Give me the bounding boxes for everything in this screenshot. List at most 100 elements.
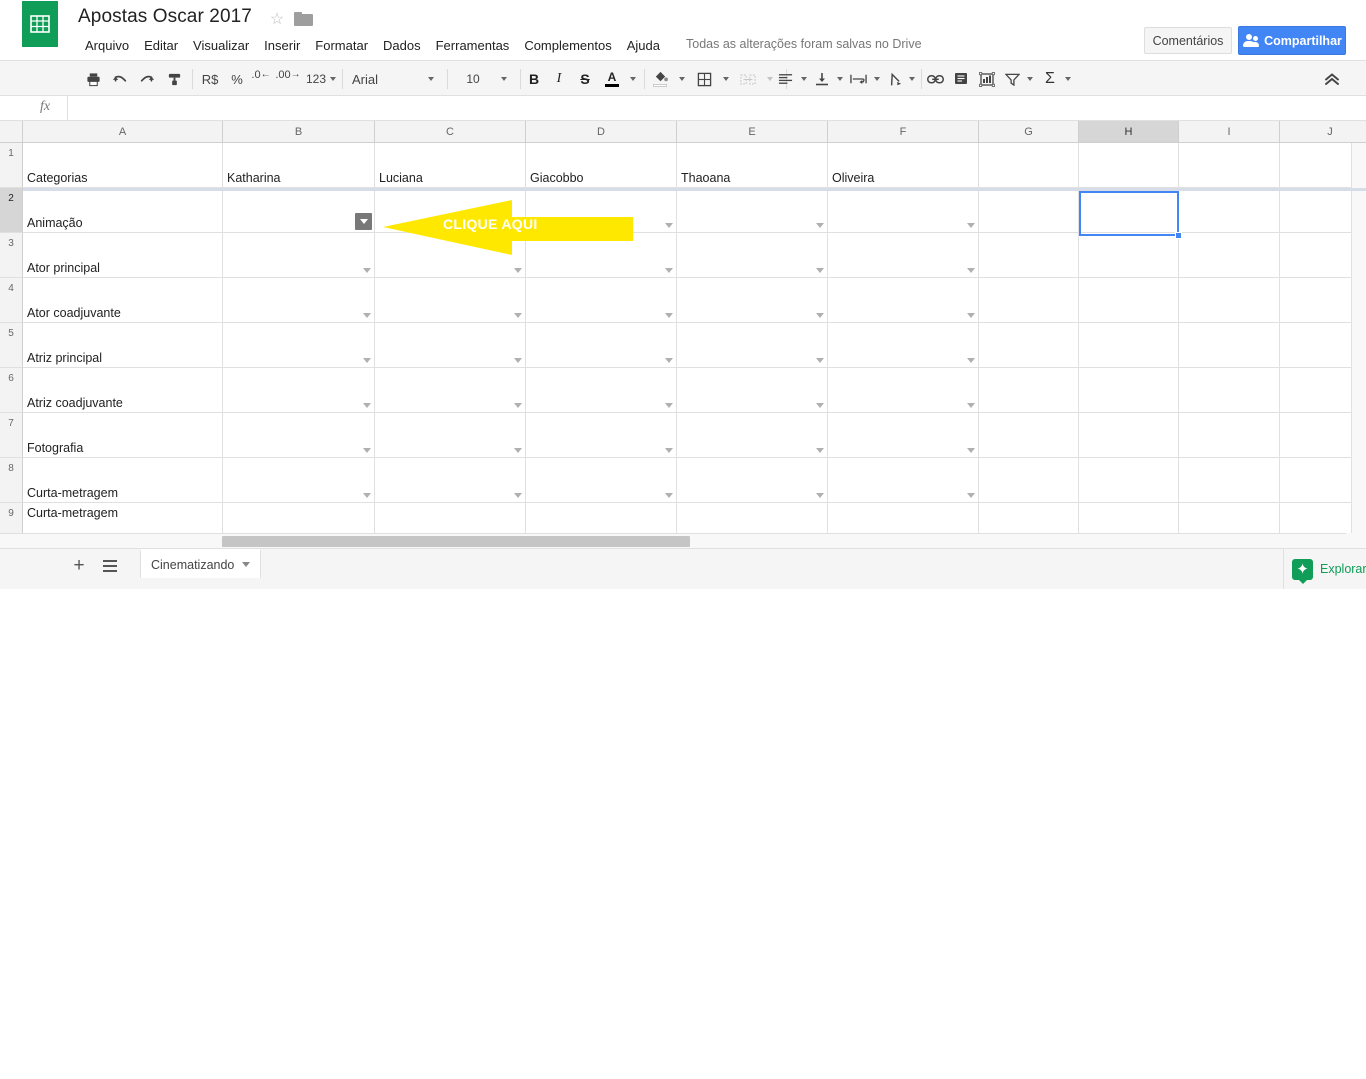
- row-header-5[interactable]: 5: [0, 323, 23, 368]
- data-validation-dropdown-icon[interactable]: [514, 358, 522, 363]
- font-size-select[interactable]: 10: [454, 65, 492, 93]
- cell-a2[interactable]: Animação: [23, 188, 223, 233]
- align-bottom-icon[interactable]: [810, 65, 834, 93]
- cell-g9[interactable]: [979, 503, 1079, 533]
- data-validation-dropdown-icon[interactable]: [967, 358, 975, 363]
- menu-item-formatar[interactable]: Formatar: [308, 36, 375, 55]
- cell-d4[interactable]: [526, 278, 677, 323]
- text-rotation-icon[interactable]: [882, 65, 906, 93]
- sheets-grid-icon[interactable]: [22, 1, 58, 47]
- cell-e2[interactable]: [677, 188, 828, 233]
- cell-d5[interactable]: [526, 323, 677, 368]
- cell-a1[interactable]: Categorias: [23, 143, 223, 188]
- cell-h3[interactable]: [1079, 233, 1179, 278]
- data-validation-dropdown-icon[interactable]: [363, 358, 371, 363]
- cell-c2[interactable]: [375, 188, 526, 233]
- format-percent-button[interactable]: %: [226, 65, 248, 93]
- cell-b7[interactable]: [223, 413, 375, 458]
- cell-a7[interactable]: Fotografia: [23, 413, 223, 458]
- cell-b8[interactable]: [223, 458, 375, 503]
- data-validation-dropdown-icon[interactable]: [514, 493, 522, 498]
- text-color-caret[interactable]: [624, 65, 642, 93]
- cell-h6[interactable]: [1079, 368, 1179, 413]
- name-box[interactable]: [0, 96, 68, 120]
- cell-g3[interactable]: [979, 233, 1079, 278]
- cell-c7[interactable]: [375, 413, 526, 458]
- explore-button[interactable]: ✦ Explorar: [1283, 549, 1366, 589]
- cell-f5[interactable]: [828, 323, 979, 368]
- fill-handle[interactable]: [1175, 232, 1182, 239]
- filter-icon[interactable]: [1000, 65, 1024, 93]
- decrease-decimal-button[interactable]: .0 ←: [249, 65, 273, 93]
- cell-a8[interactable]: Curta-metragem: [23, 458, 223, 503]
- cell-d7[interactable]: [526, 413, 677, 458]
- column-header-j[interactable]: J: [1280, 121, 1366, 143]
- data-validation-dropdown-icon[interactable]: [514, 403, 522, 408]
- cell-f7[interactable]: [828, 413, 979, 458]
- print-icon[interactable]: [80, 65, 106, 93]
- cell-h2[interactable]: [1079, 188, 1179, 233]
- menu-item-ajuda[interactable]: Ajuda: [620, 36, 667, 55]
- cell-c8[interactable]: [375, 458, 526, 503]
- data-validation-dropdown-icon[interactable]: [665, 493, 673, 498]
- cell-a5[interactable]: Atriz principal: [23, 323, 223, 368]
- menu-item-complementos[interactable]: Complementos: [517, 36, 618, 55]
- data-validation-dropdown-icon[interactable]: [816, 493, 824, 498]
- redo-icon[interactable]: [134, 65, 160, 93]
- text-wrap-icon[interactable]: [845, 65, 871, 93]
- frozen-row-divider[interactable]: [0, 188, 1366, 191]
- data-validation-dropdown-active[interactable]: [355, 213, 372, 230]
- cell-c5[interactable]: [375, 323, 526, 368]
- cell-i7[interactable]: [1179, 413, 1280, 458]
- cell-e6[interactable]: [677, 368, 828, 413]
- column-header-c[interactable]: C: [375, 121, 526, 143]
- column-header-a[interactable]: A: [23, 121, 223, 143]
- cell-b3[interactable]: [223, 233, 375, 278]
- menu-item-arquivo[interactable]: Arquivo: [78, 36, 136, 55]
- star-icon[interactable]: ☆: [268, 11, 286, 29]
- data-validation-dropdown-icon[interactable]: [665, 358, 673, 363]
- data-validation-dropdown-icon[interactable]: [665, 313, 673, 318]
- cell-a4[interactable]: Ator coadjuvante: [23, 278, 223, 323]
- menu-item-visualizar[interactable]: Visualizar: [186, 36, 256, 55]
- more-formats-button[interactable]: 123: [304, 65, 338, 93]
- data-validation-dropdown-icon[interactable]: [363, 403, 371, 408]
- data-validation-dropdown-icon[interactable]: [816, 358, 824, 363]
- data-validation-dropdown-icon[interactable]: [363, 313, 371, 318]
- select-all-corner[interactable]: [0, 121, 23, 143]
- row-header-9[interactable]: 9: [0, 503, 23, 533]
- cell-h1[interactable]: [1079, 143, 1179, 188]
- all-sheets-button[interactable]: [97, 553, 123, 579]
- cell-h9[interactable]: [1079, 503, 1179, 533]
- data-validation-dropdown-icon[interactable]: [816, 403, 824, 408]
- data-validation-dropdown-icon[interactable]: [514, 448, 522, 453]
- cell-g8[interactable]: [979, 458, 1079, 503]
- cell-e8[interactable]: [677, 458, 828, 503]
- data-validation-dropdown-icon[interactable]: [363, 493, 371, 498]
- cell-f2[interactable]: [828, 188, 979, 233]
- cell-d9[interactable]: [526, 503, 677, 533]
- data-validation-dropdown-icon[interactable]: [514, 313, 522, 318]
- cell-f1[interactable]: Oliveira: [828, 143, 979, 188]
- menu-item-dados[interactable]: Dados: [376, 36, 428, 55]
- cell-g5[interactable]: [979, 323, 1079, 368]
- data-validation-dropdown-icon[interactable]: [967, 448, 975, 453]
- menu-item-inserir[interactable]: Inserir: [257, 36, 307, 55]
- cell-b9[interactable]: [223, 503, 375, 533]
- data-validation-dropdown-icon[interactable]: [665, 403, 673, 408]
- cell-f8[interactable]: [828, 458, 979, 503]
- cell-h7[interactable]: [1079, 413, 1179, 458]
- cell-h8[interactable]: [1079, 458, 1179, 503]
- column-header-g[interactable]: G: [979, 121, 1079, 143]
- cell-d6[interactable]: [526, 368, 677, 413]
- data-validation-dropdown-icon[interactable]: [514, 223, 522, 228]
- menu-item-ferramentas[interactable]: Ferramentas: [429, 36, 517, 55]
- menu-item-editar[interactable]: Editar: [137, 36, 185, 55]
- cell-e1[interactable]: Thaoana: [677, 143, 828, 188]
- undo-icon[interactable]: [107, 65, 133, 93]
- chart-icon[interactable]: [974, 65, 1000, 93]
- share-button[interactable]: Compartilhar: [1238, 26, 1346, 55]
- cell-i8[interactable]: [1179, 458, 1280, 503]
- column-header-e[interactable]: E: [677, 121, 828, 143]
- formula-input[interactable]: [70, 96, 1360, 120]
